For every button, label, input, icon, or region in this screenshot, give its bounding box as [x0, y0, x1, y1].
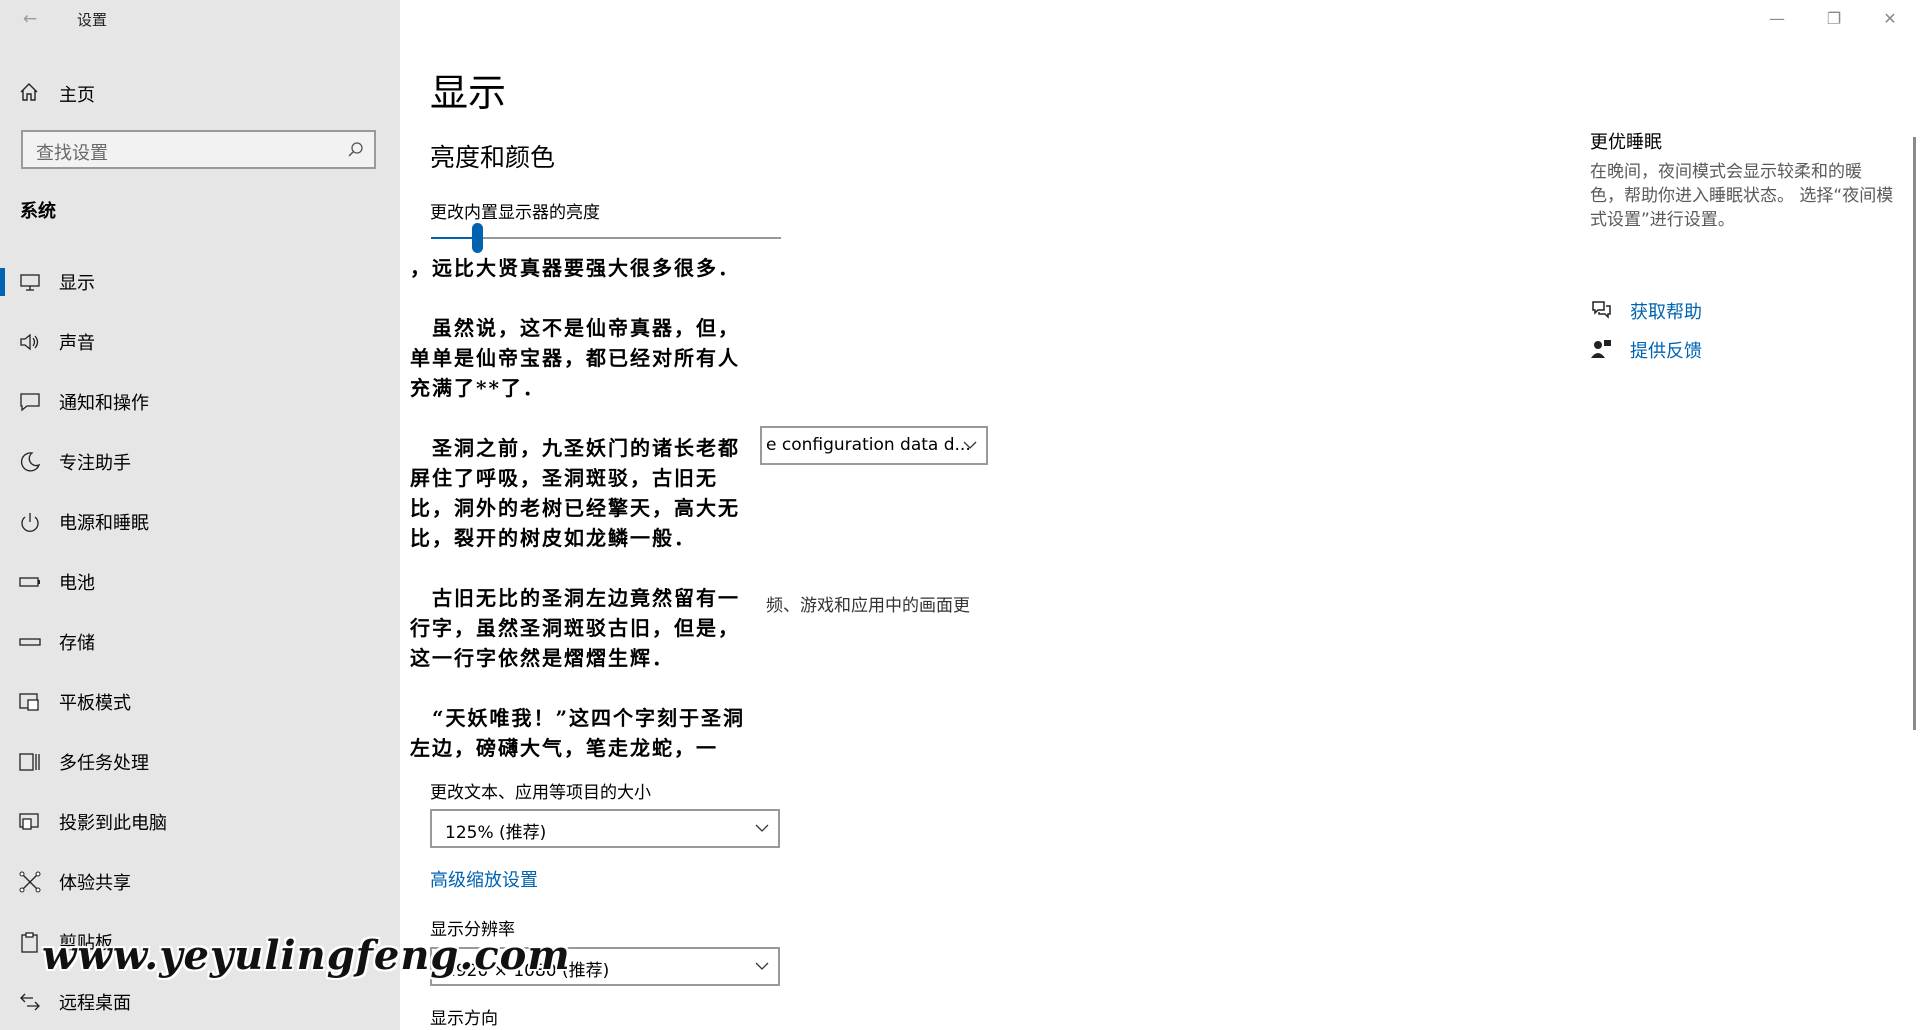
brightness-slider-track[interactable]	[431, 237, 781, 239]
sidebar-item-label: 存储	[59, 633, 95, 654]
power-icon	[19, 511, 41, 533]
orientation-label: 显示方向	[430, 1009, 498, 1029]
storage-icon	[19, 631, 41, 653]
help-chat-icon	[1590, 299, 1612, 325]
home-icon	[19, 82, 39, 106]
monitor-icon	[19, 271, 41, 293]
sidebar-item-sound[interactable]: 声音	[0, 318, 400, 364]
scrollbar[interactable]	[1913, 137, 1916, 730]
sidebar-item-label: 远程桌面	[59, 993, 131, 1014]
hdr-description: 频、游戏和应用中的画面更	[766, 596, 970, 616]
sleep-title: 更优睡眠	[1590, 132, 1662, 153]
sidebar-item-home[interactable]: 主页	[0, 72, 400, 112]
section-title-system: 系统	[20, 201, 56, 222]
watermark-text: www.yeyulingfeng.com	[42, 932, 571, 979]
sidebar-item-storage[interactable]: 存储	[0, 618, 400, 664]
feedback-person-icon	[1590, 338, 1612, 364]
brightness-slider-fill	[431, 237, 477, 239]
sidebar-item-label: 电源和睡眠	[59, 513, 149, 534]
search-icon[interactable]	[347, 141, 365, 163]
sidebar-item-shared-experiences[interactable]: 体验共享	[0, 858, 400, 904]
sidebar-item-focus-assist[interactable]: 专注助手	[0, 438, 400, 484]
sidebar-item-battery[interactable]: 电池	[0, 558, 400, 604]
sidebar-item-label: 平板模式	[59, 693, 131, 714]
chevron-down-icon	[962, 437, 978, 457]
sidebar-item-project-to-pc[interactable]: 投影到此电脑	[0, 798, 400, 844]
sidebar-item-label: 体验共享	[59, 873, 131, 894]
share-icon	[19, 871, 41, 893]
scale-dropdown[interactable]: 125% (推荐)	[430, 809, 780, 848]
get-help-label: 获取帮助	[1630, 302, 1702, 323]
sidebar-item-label: 声音	[59, 333, 95, 354]
remote-icon	[19, 991, 41, 1013]
text-overlay: ，远比大贤真器要强大很多很多． 虽然说，这不是仙帝真器，但，单单是仙帝宝器，都已…	[410, 253, 760, 758]
overlay-paragraph: 虽然说，这不是仙帝真器，但，单单是仙帝宝器，都已经对所有人充满了**了．	[410, 316, 740, 400]
tablet-icon	[19, 691, 41, 713]
brightness-section-title: 亮度和颜色	[430, 143, 556, 172]
moon-icon	[19, 451, 41, 473]
overlay-paragraph: ，远比大贤真器要强大很多很多．	[410, 256, 740, 280]
clipboard-icon	[19, 931, 41, 953]
sleep-description: 在晚间，夜间模式会显示较柔和的暖色，帮助你进入睡眠状态。 选择“夜间模式设置”进…	[1590, 162, 1894, 230]
message-icon	[19, 391, 41, 413]
multitask-icon	[19, 751, 41, 773]
sidebar-item-label: 专注助手	[59, 453, 131, 474]
speaker-icon	[19, 331, 41, 353]
chevron-down-icon	[754, 820, 770, 840]
give-feedback-label: 提供反馈	[1630, 341, 1702, 362]
home-label: 主页	[59, 85, 95, 106]
main-content: — ❐ ✕ 显示 亮度和颜色 更改内置显示器的亮度 e configuratio…	[400, 0, 1920, 1030]
sidebar-item-label: 通知和操作	[59, 393, 149, 414]
project-icon	[19, 811, 41, 833]
sidebar-item-label: 多任务处理	[59, 753, 149, 774]
scale-value: 125% (推荐)	[445, 823, 547, 843]
brightness-label: 更改内置显示器的亮度	[430, 203, 600, 223]
sidebar-item-label: 电池	[59, 573, 95, 594]
search-input[interactable]: 查找设置	[21, 130, 376, 169]
close-button[interactable]: ✕	[1880, 9, 1900, 28]
color-profile-dropdown[interactable]: e configuration data d...	[760, 426, 988, 465]
back-arrow-icon[interactable]: ←	[19, 8, 41, 30]
window-title: 设置	[77, 11, 108, 29]
sidebar-item-multitasking[interactable]: 多任务处理	[0, 738, 400, 784]
sidebar-item-display[interactable]: 显示	[0, 258, 400, 304]
overlay-paragraph: 古旧无比的圣洞左边竟然留有一行字，虽然圣洞斑驳古旧，但是，这一行字依然是熠熠生辉…	[410, 586, 740, 670]
sidebar: ← 设置 主页 查找设置 系统 显示 声音 通知和操作 专注助手 电源和睡眠 电…	[0, 0, 400, 1030]
battery-icon	[19, 571, 41, 593]
sidebar-item-tablet-mode[interactable]: 平板模式	[0, 678, 400, 724]
sidebar-item-label: 投影到此电脑	[59, 813, 167, 834]
brightness-slider-thumb[interactable]	[472, 223, 483, 253]
scale-label: 更改文本、应用等项目的大小	[430, 783, 651, 803]
advanced-scaling-link[interactable]: 高级缩放设置	[430, 866, 538, 892]
overlay-paragraph: “天妖唯我！”这四个字刻于圣洞左边，磅礴大气，笔走龙蛇，一	[410, 706, 746, 758]
minimize-button[interactable]: —	[1767, 9, 1787, 28]
sidebar-item-remote-desktop[interactable]: 远程桌面	[0, 978, 400, 1024]
sidebar-item-label: 显示	[59, 273, 95, 294]
search-placeholder: 查找设置	[36, 143, 108, 164]
chevron-down-icon	[754, 958, 770, 978]
color-profile-value: e configuration data d...	[766, 435, 971, 455]
sidebar-item-notifications[interactable]: 通知和操作	[0, 378, 400, 424]
sidebar-item-power[interactable]: 电源和睡眠	[0, 498, 400, 544]
overlay-paragraph: 圣洞之前，九圣妖门的诸长老都屏住了呼吸，圣洞斑驳，古旧无比，洞外的老树已经擎天，…	[410, 436, 740, 550]
page-title: 显示	[430, 71, 507, 115]
restore-button[interactable]: ❐	[1824, 9, 1844, 28]
